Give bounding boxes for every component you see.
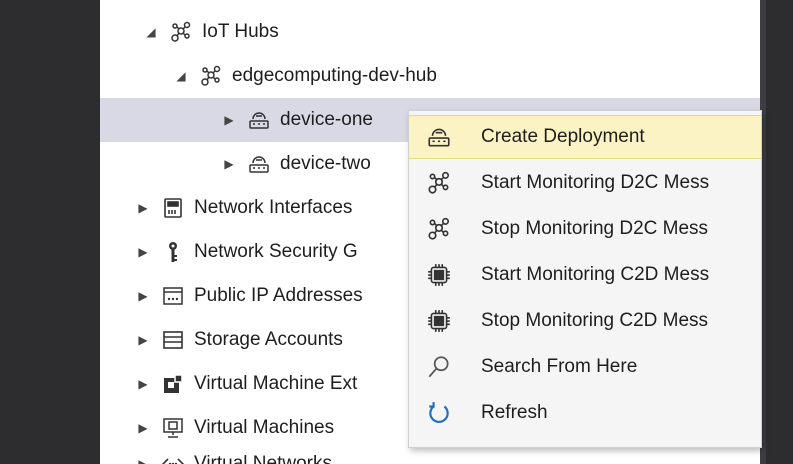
chip-icon	[419, 260, 459, 290]
tree-item-label: edgecomputing-dev-hub	[232, 65, 437, 86]
collapsed-arrow-icon[interactable]: ▶	[218, 157, 240, 171]
tree-item-edgecomputing-dev-hub[interactable]: ◢ edgecomputing-dev-hub	[100, 54, 760, 98]
expanded-arrow-icon[interactable]: ◢	[170, 69, 192, 83]
menu-item-stop-monitoring-d2c[interactable]: Stop Monitoring D2C Mess	[409, 207, 761, 251]
collapsed-arrow-icon[interactable]: ▶	[132, 333, 154, 347]
menu-item-label: Start Monitoring D2C Mess	[481, 172, 710, 193]
network-interface-icon	[160, 195, 186, 221]
menu-item-start-monitoring-d2c[interactable]: Start Monitoring D2C Mess	[409, 161, 761, 205]
menu-item-label: Create Deployment	[481, 126, 645, 147]
public-ip-icon	[160, 283, 186, 309]
device-icon	[246, 151, 272, 177]
chip-icon	[419, 306, 459, 336]
collapsed-arrow-icon[interactable]: ▶	[218, 113, 240, 127]
network-security-icon	[160, 239, 186, 265]
search-icon	[419, 352, 459, 382]
tree-item-label: Virtual Machine Ext	[194, 373, 358, 394]
context-menu: Create Deployment Start Monitoring D2C M…	[408, 110, 762, 448]
tree-item-label: Network Interfaces	[194, 197, 353, 218]
tree-item-label: IoT Hubs	[202, 21, 279, 42]
virtual-machine-icon	[160, 415, 186, 441]
refresh-icon	[419, 398, 459, 428]
menu-item-start-monitoring-c2d[interactable]: Start Monitoring C2D Mess	[409, 253, 761, 297]
menu-item-refresh[interactable]: Refresh	[409, 391, 761, 435]
iot-hub-icon	[419, 168, 459, 198]
expanded-arrow-icon[interactable]: ◢	[140, 25, 162, 39]
tree-item-label: device-one	[280, 109, 373, 130]
collapsed-arrow-icon[interactable]: ▶	[132, 245, 154, 259]
menu-item-label: Stop Monitoring D2C Mess	[481, 218, 709, 239]
iot-hub-icon	[168, 19, 194, 45]
menu-item-label: Refresh	[481, 402, 548, 423]
collapsed-arrow-icon[interactable]: ▶	[132, 377, 154, 391]
right-dark-panel	[760, 0, 793, 464]
tree-item-iot-hubs[interactable]: ◢ IoT Hubs	[100, 10, 760, 54]
virtual-network-icon	[160, 451, 186, 464]
tree-item-label: Public IP Addresses	[194, 285, 363, 306]
collapsed-arrow-icon[interactable]: ▶	[132, 457, 154, 464]
menu-item-label: Stop Monitoring C2D Mess	[481, 310, 709, 331]
collapsed-arrow-icon[interactable]: ▶	[132, 289, 154, 303]
tree-item-label: Virtual Networks	[194, 453, 332, 464]
menu-item-label: Search From Here	[481, 356, 638, 377]
device-icon	[246, 107, 272, 133]
vm-extension-icon	[160, 371, 186, 397]
tree-item-label: device-two	[280, 153, 371, 174]
collapsed-arrow-icon[interactable]: ▶	[132, 421, 154, 435]
left-dark-panel	[0, 0, 100, 464]
deployment-icon	[419, 122, 459, 152]
iot-hub-icon	[419, 214, 459, 244]
menu-item-create-deployment[interactable]: Create Deployment	[409, 115, 761, 159]
collapsed-arrow-icon[interactable]: ▶	[132, 201, 154, 215]
menu-item-label: Start Monitoring C2D Mess	[481, 264, 710, 285]
tree-item-label: Network Security G	[194, 241, 358, 262]
iot-hub-icon	[198, 63, 224, 89]
tree-item-label: Virtual Machines	[194, 417, 335, 438]
tree-item-label: Storage Accounts	[194, 329, 343, 350]
storage-icon	[160, 327, 186, 353]
menu-item-stop-monitoring-c2d[interactable]: Stop Monitoring C2D Mess	[409, 299, 761, 343]
menu-item-search-from-here[interactable]: Search From Here	[409, 345, 761, 389]
